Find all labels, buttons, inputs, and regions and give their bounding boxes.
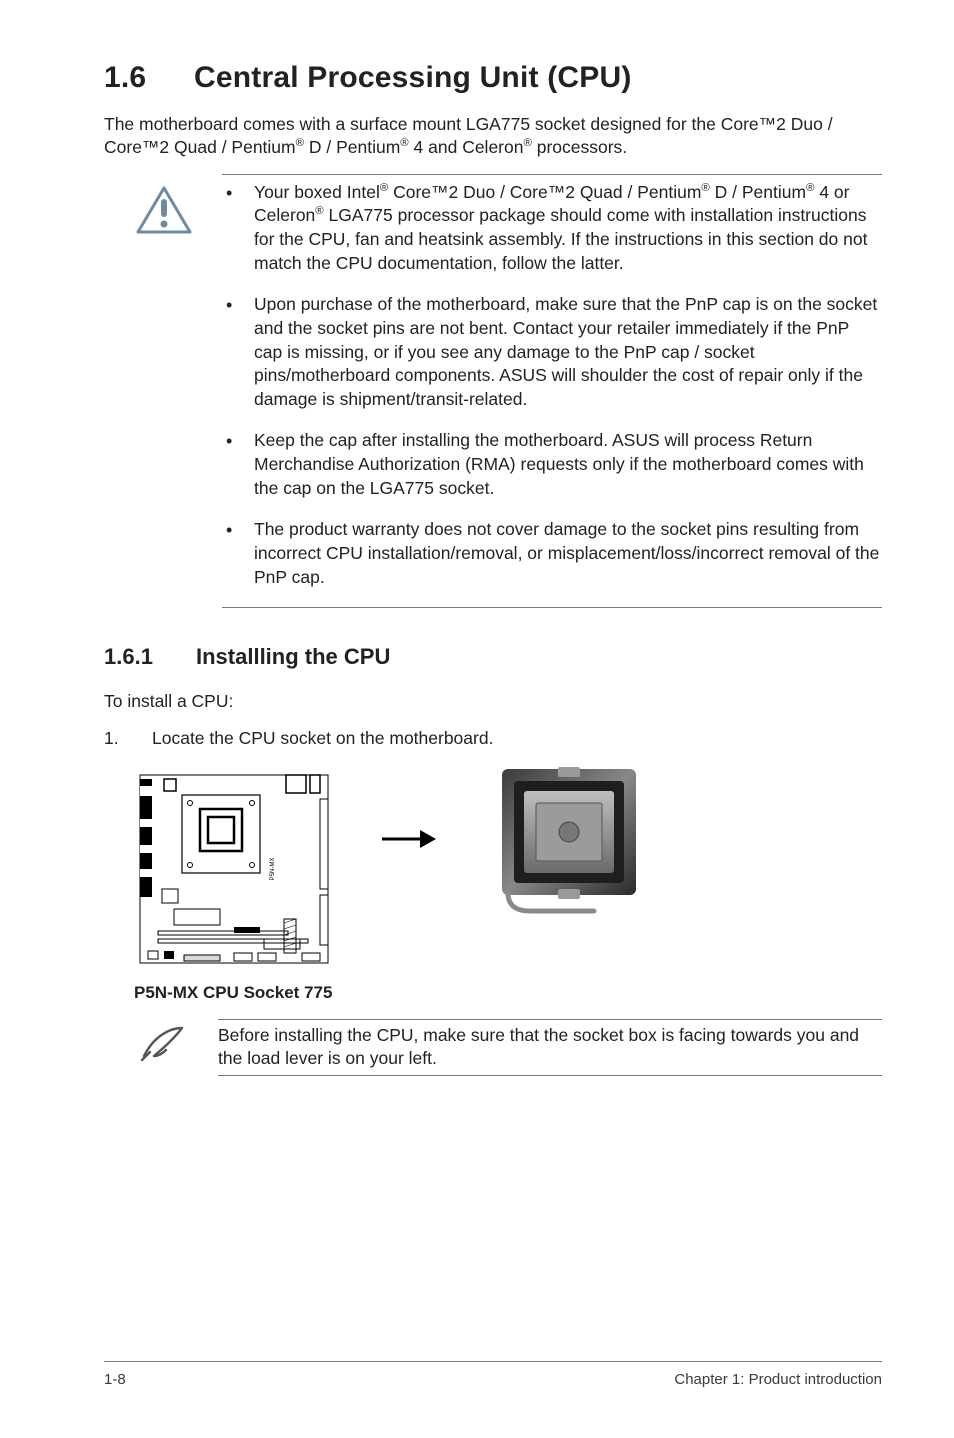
note-callout: Before installing the CPU, make sure tha…: [136, 1019, 882, 1076]
caution-item: Keep the cap after installing the mother…: [218, 429, 882, 500]
heading-number: 1.6: [104, 58, 194, 99]
caution-item: Upon purchase of the motherboard, make s…: [218, 293, 882, 411]
note-text: Before installing the CPU, make sure tha…: [218, 1020, 882, 1075]
caution-item: Your boxed Intel® Core™2 Duo / Core™2 Qu…: [218, 181, 882, 276]
diagram-caption: P5N-MX CPU Socket 775: [134, 982, 882, 1005]
page-footer: 1-8 Chapter 1: Product introduction: [104, 1370, 882, 1390]
lead-text: To install a CPU:: [104, 690, 882, 714]
diagram-row: P5N-MX: [134, 769, 882, 976]
caution-icon: [136, 181, 192, 607]
caution-callout: Your boxed Intel® Core™2 Duo / Core™2 Qu…: [104, 174, 882, 608]
cpu-socket-photo: [484, 761, 654, 928]
arrow-icon: [380, 826, 438, 859]
step-1: 1. Locate the CPU socket on the motherbo…: [104, 727, 882, 751]
mobo-label: P5N-MX: [270, 858, 276, 881]
caution-list: Your boxed Intel® Core™2 Duo / Core™2 Qu…: [218, 181, 882, 589]
subheading-title: Installling the CPU: [196, 644, 390, 669]
intro-paragraph: The motherboard comes with a surface mou…: [104, 113, 882, 160]
page-number: 1-8: [104, 1370, 126, 1390]
subheading-number: 1.6.1: [104, 642, 196, 672]
note-icon: [136, 1020, 188, 1073]
heading-title: Central Processing Unit (CPU): [194, 61, 632, 94]
step-number: 1.: [104, 727, 128, 751]
step-text: Locate the CPU socket on the motherboard…: [152, 727, 493, 751]
section-heading: 1.6Central Processing Unit (CPU): [104, 58, 882, 99]
motherboard-diagram: P5N-MX: [134, 769, 334, 976]
chapter-label: Chapter 1: Product introduction: [674, 1370, 882, 1390]
caution-item: The product warranty does not cover dama…: [218, 518, 882, 589]
subsection-heading: 1.6.1Installling the CPU: [104, 642, 882, 672]
